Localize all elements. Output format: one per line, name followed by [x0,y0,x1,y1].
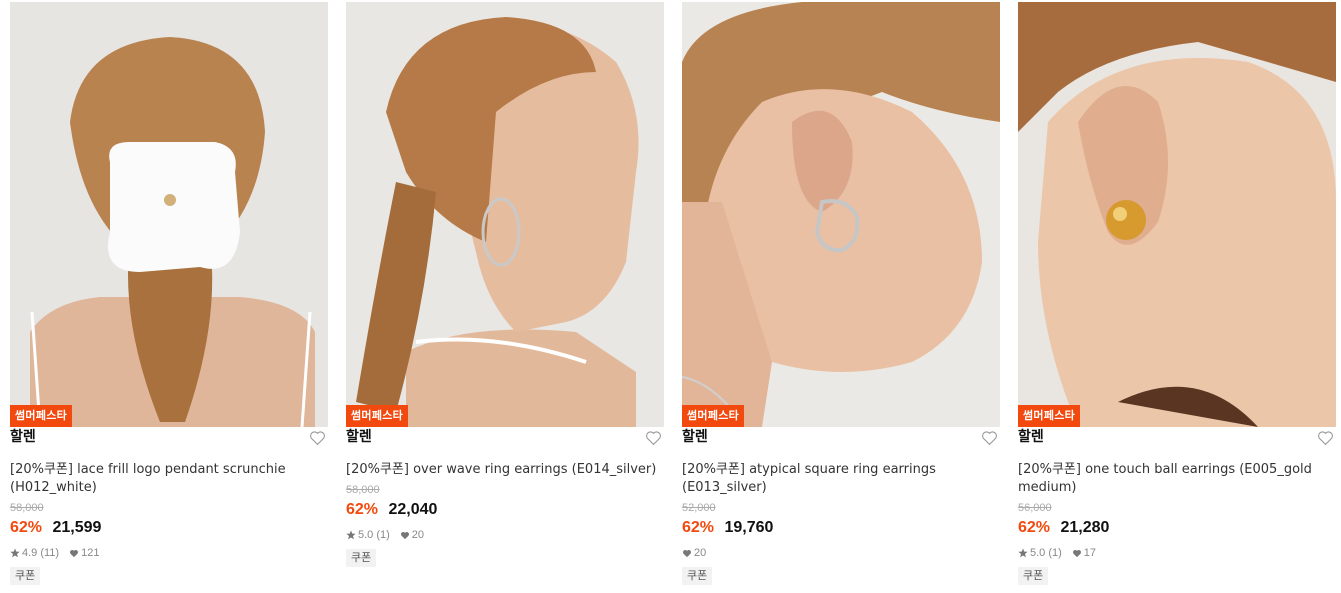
product-image[interactable]: 썸머페스타 [682,2,1000,427]
discount-rate: 62% [682,519,715,536]
brand-row: 할렌 [1018,429,1336,463]
product-name[interactable]: [20%쿠폰] lace frill logo pendant scrunchi… [10,461,328,497]
likes-heart-icon [70,549,79,557]
rating-text: 4.9 (11) [22,547,60,559]
sale-price: 19,760 [724,519,774,536]
coupon-tag: 쿠폰 [346,549,377,567]
original-price: 56,000 [1018,502,1052,514]
price-row: 62% 19,760 [682,517,1000,539]
likes-count: 20 [694,547,707,559]
product-name[interactable]: [20%쿠폰] one touch ball earrings (E005_go… [1018,461,1336,497]
wishlist-heart-icon[interactable] [645,430,662,446]
discount-rate: 62% [10,519,43,536]
product-photo-ball-earrings [1018,2,1336,427]
original-price: 58,000 [346,484,380,496]
product-card[interactable]: 썸머페스타 할렌 [20%쿠폰] over wave ring earrings… [346,2,664,567]
wishlist-heart-icon[interactable] [309,430,326,446]
brand-row: 할렌 [10,429,328,463]
promo-badge: 썸머페스타 [346,405,409,427]
sale-price: 22,040 [388,501,438,518]
rating-text: 5.0 (1) [358,529,390,541]
likes-heart-icon [1072,549,1081,557]
price-row: 62% 22,040 [346,499,664,521]
product-card[interactable]: 썸머페스타 할렌 [20%쿠폰] atypical square ring ea… [682,2,1000,585]
brand-name[interactable]: 할렌 [1018,429,1044,445]
review-meta: 5.0 (1) 20 [346,527,664,543]
promo-badge: 썸머페스타 [10,405,73,427]
coupon-tag: 쿠폰 [10,567,41,585]
product-photo-wave-earrings [346,2,664,427]
product-grid: 썸머페스타 할렌 [20%쿠폰] lace frill logo pendant… [0,0,1341,593]
star-icon [1018,548,1028,558]
rating-text: 5.0 (1) [1030,547,1062,559]
product-name[interactable]: [20%쿠폰] atypical square ring earrings (E… [682,461,1000,497]
likes-count: 20 [411,529,425,541]
likes-heart-icon [400,531,409,539]
wishlist-heart-icon[interactable] [1317,430,1334,446]
wishlist-heart-icon[interactable] [981,430,998,446]
star-icon [10,548,20,558]
discount-rate: 62% [1018,519,1051,536]
brand-row: 할렌 [682,429,1000,463]
discount-rate: 62% [346,501,379,518]
product-card[interactable]: 썸머페스타 할렌 [20%쿠폰] lace frill logo pendant… [10,2,328,585]
coupon-tag: 쿠폰 [1018,567,1049,585]
likes-count: 17 [1083,547,1097,559]
review-meta: 20 [682,545,1000,561]
product-image[interactable]: 썸머페스타 [10,2,328,427]
product-image[interactable]: 썸머페스타 [346,2,664,427]
product-photo-scrunchie [10,2,328,427]
brand-row: 할렌 [346,429,664,463]
sale-price: 21,599 [52,519,102,536]
coupon-tag: 쿠폰 [682,567,713,585]
likes-heart-icon [683,549,691,557]
brand-name[interactable]: 할렌 [10,429,36,445]
original-price: 52,000 [682,502,716,514]
product-card[interactable]: 썸머페스타 할렌 [20%쿠폰] one touch ball earrings… [1018,2,1336,585]
brand-name[interactable]: 할렌 [682,429,708,445]
sale-price: 21,280 [1060,519,1110,536]
price-row: 62% 21,280 [1018,517,1336,539]
brand-name[interactable]: 할렌 [346,429,372,445]
original-price: 58,000 [10,502,44,514]
promo-badge: 썸머페스타 [682,405,745,427]
product-photo-square-earrings [682,2,1000,427]
promo-badge: 썸머페스타 [1018,405,1081,427]
price-row: 62% 21,599 [10,517,328,539]
product-name[interactable]: [20%쿠폰] over wave ring earrings (E014_si… [346,461,664,479]
likes-count: 121 [81,547,100,559]
product-image[interactable]: 썸머페스타 [1018,2,1336,427]
review-meta: 4.9 (11) 121 [10,545,328,561]
star-icon [346,530,356,540]
review-meta: 5.0 (1) 17 [1018,545,1336,561]
